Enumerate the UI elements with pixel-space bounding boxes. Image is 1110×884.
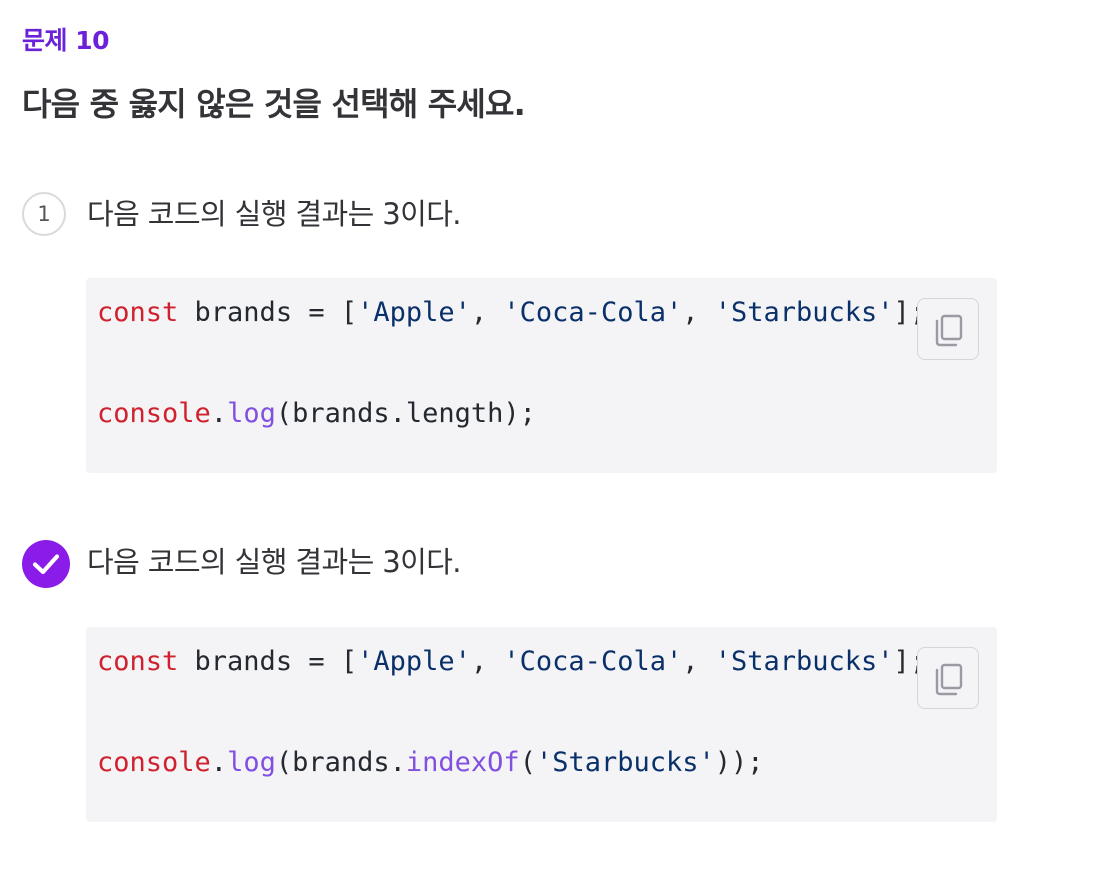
question-title: 다음 중 옳지 않은 것을 선택해 주세요. <box>22 85 526 123</box>
code-string: 'Coca-Cola' <box>503 297 683 328</box>
code-string: 'Coca-Cola' <box>503 646 683 677</box>
code-object: console <box>97 398 211 429</box>
code-text: . <box>210 398 228 429</box>
copy-code-button[interactable] <box>917 647 979 709</box>
copy-icon <box>935 314 963 347</box>
code-line-2: console.log(brands.indexOf('Starbucks'))… <box>97 745 764 781</box>
answer-option-1[interactable]: 1 다음 코드의 실행 결과는 3이다. const brands = ['Ap… <box>22 192 1002 473</box>
code-function: log <box>227 747 276 778</box>
code-keyword: const <box>97 297 179 328</box>
question-number-label: 문제 10 <box>22 26 110 55</box>
code-text: . <box>210 747 228 778</box>
code-keyword: const <box>97 646 179 677</box>
code-string: 'Starbucks' <box>535 747 715 778</box>
code-block: const brands = ['Apple', 'Coca-Cola', 'S… <box>86 627 997 822</box>
option-text: 다음 코드의 실행 결과는 3이다. <box>87 197 462 231</box>
code-text: brands = [ <box>178 646 358 677</box>
code-text: , <box>470 297 504 328</box>
code-line-1: const brands = ['Apple', 'Coca-Cola', 'S… <box>97 644 926 680</box>
copy-code-button[interactable] <box>917 298 979 360</box>
option-header: 다음 코드의 실행 결과는 3이다. <box>22 540 1002 588</box>
option-text: 다음 코드의 실행 결과는 3이다. <box>87 545 462 579</box>
code-function: indexOf <box>405 747 520 778</box>
copy-icon <box>935 663 963 696</box>
code-line-1: const brands = ['Apple', 'Coca-Cola', 'S… <box>97 295 926 331</box>
code-text: (brands. <box>275 747 406 778</box>
code-block: const brands = ['Apple', 'Coca-Cola', 'S… <box>86 278 997 473</box>
code-line-2: console.log(brands.length); <box>97 396 536 432</box>
code-text: ( <box>519 747 536 778</box>
option-header: 1 다음 코드의 실행 결과는 3이다. <box>22 192 1002 240</box>
option-number-badge[interactable]: 1 <box>22 192 66 236</box>
code-string: 'Starbucks' <box>714 646 894 677</box>
code-text: , <box>470 646 504 677</box>
code-text: brands = [ <box>178 297 358 328</box>
code-text: (brands.length); <box>275 398 536 429</box>
code-string: 'Apple' <box>357 297 471 328</box>
option-selected-badge[interactable] <box>22 540 70 588</box>
code-object: console <box>97 747 211 778</box>
answer-option-2[interactable]: 다음 코드의 실행 결과는 3이다. const brands = ['Appl… <box>22 540 1002 822</box>
check-circle-icon <box>32 554 60 575</box>
code-text: )); <box>714 747 764 778</box>
code-string: 'Apple' <box>357 646 471 677</box>
code-string: 'Starbucks' <box>714 297 894 328</box>
code-text: , <box>682 297 715 328</box>
code-function: log <box>227 398 276 429</box>
code-text: , <box>682 646 715 677</box>
